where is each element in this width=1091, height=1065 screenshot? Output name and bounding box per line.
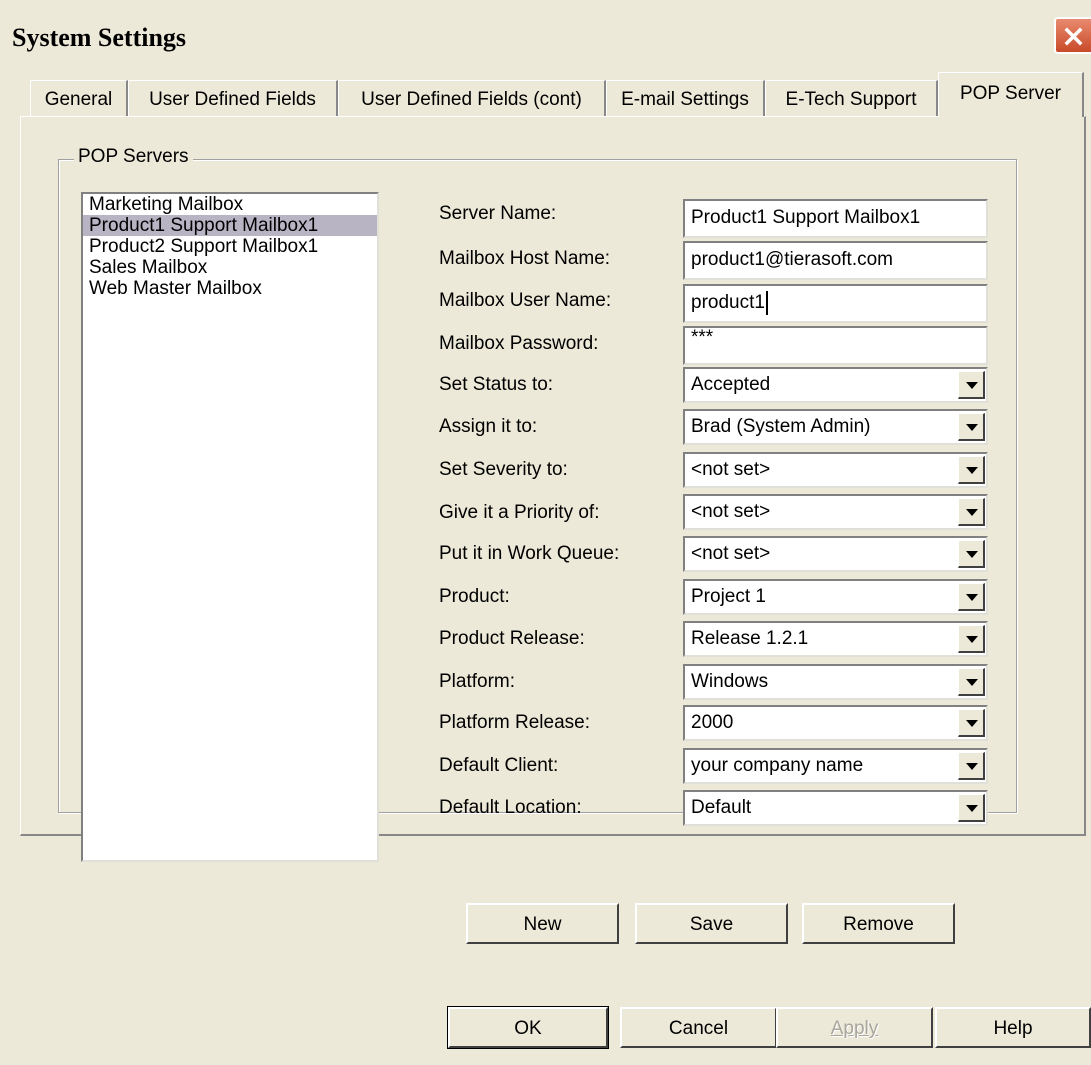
platform-release-value: 2000 xyxy=(691,712,734,733)
status-value: Accepted xyxy=(691,374,771,395)
apply-button[interactable]: Apply xyxy=(776,1007,933,1048)
platform-release-dropdown-button[interactable] xyxy=(958,709,985,737)
status-label: Set Status to: xyxy=(439,374,554,395)
list-item[interactable]: Marketing Mailbox xyxy=(83,194,377,215)
product-value: Project 1 xyxy=(691,586,766,607)
tab-etech-support[interactable]: E-Tech Support xyxy=(765,80,938,117)
server-name-field[interactable]: Product1 Support Mailbox1 xyxy=(683,199,988,238)
chevron-down-icon xyxy=(966,594,978,601)
product-release-select[interactable]: Release 1.2.1 xyxy=(683,621,988,657)
default-location-label: Default Location: xyxy=(439,797,582,818)
severity-value: <not set> xyxy=(691,459,771,480)
assign-select[interactable]: Brad (System Admin) xyxy=(683,409,988,445)
user-name-value: product1 xyxy=(691,292,765,313)
tab-email-settings[interactable]: E-mail Settings xyxy=(606,80,765,117)
assign-value: Brad (System Admin) xyxy=(691,416,871,437)
chevron-down-icon xyxy=(966,467,978,474)
chevron-down-icon xyxy=(966,679,978,686)
tab-user-defined-fields-cont[interactable]: User Defined Fields (cont) xyxy=(338,80,606,117)
chevron-down-icon xyxy=(966,720,978,727)
platform-dropdown-button[interactable] xyxy=(958,668,985,696)
user-name-label: Mailbox User Name: xyxy=(439,290,612,311)
priority-select[interactable]: <not set> xyxy=(683,494,988,530)
host-name-label: Mailbox Host Name: xyxy=(439,248,611,269)
default-client-dropdown-button[interactable] xyxy=(958,752,985,780)
list-item-selected[interactable]: Product1 Support Mailbox1 xyxy=(83,215,377,236)
assign-label: Assign it to: xyxy=(439,416,538,437)
platform-label: Platform: xyxy=(439,671,516,692)
severity-dropdown-button[interactable] xyxy=(958,456,985,484)
default-client-value: your company name xyxy=(691,755,864,776)
apply-label: Apply xyxy=(830,1018,879,1039)
new-button[interactable]: New xyxy=(466,903,619,944)
priority-dropdown-button[interactable] xyxy=(958,498,985,526)
platform-release-label: Platform Release: xyxy=(439,712,591,733)
default-client-label: Default Client: xyxy=(439,755,559,776)
priority-label: Give it a Priority of: xyxy=(439,502,600,523)
status-select[interactable]: Accepted xyxy=(683,367,988,403)
default-location-select[interactable]: Default xyxy=(683,790,988,826)
group-label: POP Servers xyxy=(74,146,193,168)
assign-dropdown-button[interactable] xyxy=(958,413,985,441)
ok-button[interactable]: OK xyxy=(447,1006,609,1049)
default-location-dropdown-button[interactable] xyxy=(958,794,985,822)
list-item[interactable]: Web Master Mailbox xyxy=(83,278,377,299)
platform-select[interactable]: Windows xyxy=(683,664,988,700)
cancel-button[interactable]: Cancel xyxy=(620,1007,777,1048)
password-field[interactable]: *** xyxy=(683,326,988,365)
work-queue-dropdown-button[interactable] xyxy=(958,540,985,568)
priority-value: <not set> xyxy=(691,501,771,522)
tab-strip: General User Defined Fields User Defined… xyxy=(0,72,1091,117)
close-button[interactable] xyxy=(1054,17,1091,54)
password-label: Mailbox Password: xyxy=(439,333,599,354)
work-queue-value: <not set> xyxy=(691,543,771,564)
product-label: Product: xyxy=(439,586,510,607)
tab-pop-server[interactable]: POP Server xyxy=(938,72,1084,117)
title-bar: System Settings xyxy=(0,0,1091,70)
chevron-down-icon xyxy=(966,805,978,812)
chevron-down-icon xyxy=(966,551,978,558)
status-dropdown-button[interactable] xyxy=(958,371,985,399)
chevron-down-icon xyxy=(966,763,978,770)
chevron-down-icon xyxy=(966,636,978,643)
product-dropdown-button[interactable] xyxy=(958,583,985,611)
chevron-down-icon xyxy=(966,382,978,389)
work-queue-label: Put it in Work Queue: xyxy=(439,543,620,564)
default-client-select[interactable]: your company name xyxy=(683,748,988,784)
product-select[interactable]: Project 1 xyxy=(683,579,988,615)
product-release-value: Release 1.2.1 xyxy=(691,628,809,649)
tab-user-defined-fields[interactable]: User Defined Fields xyxy=(128,80,338,117)
list-item[interactable]: Product2 Support Mailbox1 xyxy=(83,236,377,257)
chevron-down-icon xyxy=(966,509,978,516)
close-icon xyxy=(1064,27,1083,46)
work-queue-select[interactable]: <not set> xyxy=(683,536,988,572)
default-location-value: Default xyxy=(691,797,752,818)
list-item[interactable]: Sales Mailbox xyxy=(83,257,377,278)
server-name-label: Server Name: xyxy=(439,203,557,224)
product-release-label: Product Release: xyxy=(439,628,585,649)
chevron-down-icon xyxy=(966,424,978,431)
platform-value: Windows xyxy=(691,671,769,692)
severity-label: Set Severity to: xyxy=(439,459,568,480)
user-name-field[interactable]: product1 xyxy=(683,284,988,323)
tab-general[interactable]: General xyxy=(30,80,128,117)
text-cursor xyxy=(765,290,768,315)
help-button[interactable]: Help xyxy=(935,1007,1091,1048)
remove-button[interactable]: Remove xyxy=(802,903,955,944)
host-name-field[interactable]: product1@tierasoft.com xyxy=(683,241,988,280)
product-release-dropdown-button[interactable] xyxy=(958,625,985,653)
platform-release-select[interactable]: 2000 xyxy=(683,705,988,741)
save-button[interactable]: Save xyxy=(635,903,788,944)
pop-server-list[interactable]: Marketing Mailbox Product1 Support Mailb… xyxy=(81,192,379,862)
severity-select[interactable]: <not set> xyxy=(683,452,988,488)
window-title: System Settings xyxy=(12,23,187,52)
